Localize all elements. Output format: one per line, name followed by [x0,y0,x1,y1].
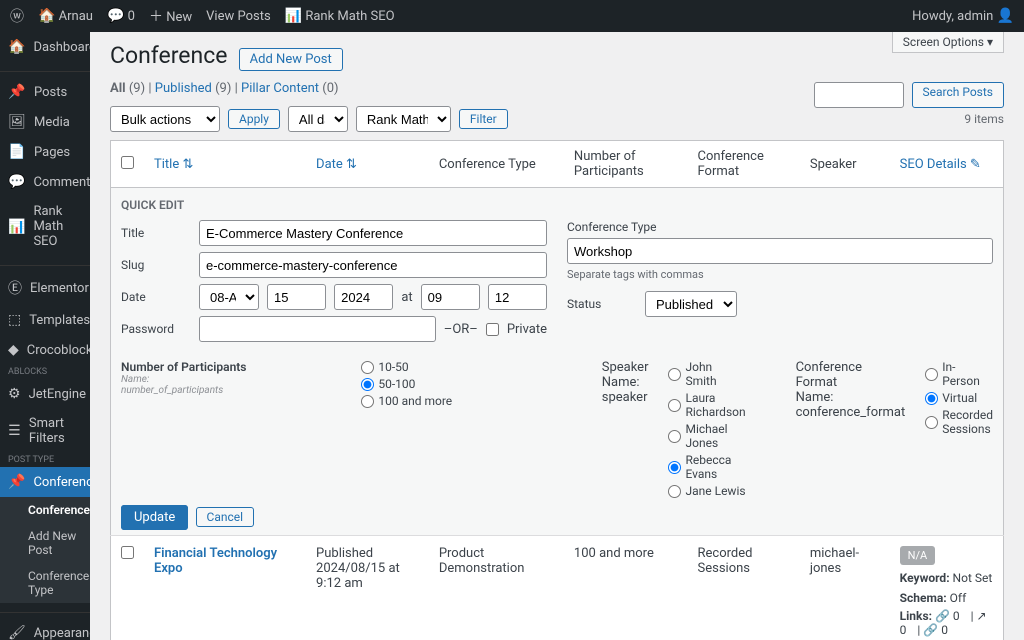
menu-jetengine[interactable]: ⚙JetEngine [0,379,90,409]
filter-all[interactable]: All [110,81,126,96]
row-checkbox[interactable] [121,546,134,559]
menu-media[interactable]: 🖼Media [0,107,90,137]
filter-pillar[interactable]: Pillar Content [241,81,319,96]
col-participants: Number of Participants [564,141,688,188]
qe-hour[interactable] [421,284,480,310]
qe-ctype-label: Conference Type [567,220,993,234]
radio-speaker-4[interactable] [668,485,681,498]
filter-button[interactable]: Filter [459,109,508,129]
qe-title-input[interactable] [199,220,547,246]
radio-speaker-0[interactable] [668,368,681,381]
menu-appearance[interactable]: 🖌Appearance [0,618,90,640]
select-all-checkbox[interactable] [121,156,134,169]
menu-pages[interactable]: 📄Pages [0,137,90,167]
qe-password-label: Password [121,322,191,336]
cell-seo: N/A Keyword: Not Set Schema: Off Links: … [890,536,1004,640]
posttype-label: POST TYPE [0,453,90,467]
cell-format: Recorded Sessions [688,536,800,640]
qe-slug-label: Slug [121,258,191,272]
filter-published[interactable]: Published [155,81,212,96]
search-posts-button[interactable]: Search Posts [912,82,1005,108]
qe-title-label: Title [121,226,191,240]
radio-participants-0[interactable] [361,361,374,374]
qe-private-checkbox[interactable] [486,323,499,336]
submenu-conference[interactable]: Conference [0,497,90,523]
radio-format-0[interactable] [925,368,938,381]
menu-comments[interactable]: 💬Comments [0,167,90,197]
submenu-conftype[interactable]: Conference Type [0,563,90,603]
post-title-link[interactable]: Financial Technology Expo [154,546,277,576]
cell-ctype: Product Demonstration [429,536,564,640]
col-speaker: Speaker [800,141,890,188]
rankmath-link[interactable]: 📊 Rank Math SEO [285,8,395,24]
qe-date-label: Date [121,290,191,304]
avatar-icon: 👤 [997,8,1014,24]
site-name-link[interactable]: 🏠 Arnau [38,8,93,24]
wp-logo-icon[interactable]: ⓦ [10,6,24,26]
screen-options-toggle[interactable]: Screen Options ▾ [892,32,1004,53]
menu-conference[interactable]: 📌Conference [0,467,90,497]
qe-ctype-input[interactable] [567,238,993,264]
radio-format-1[interactable] [925,392,938,405]
menu-rankmath[interactable]: 📊Rank Math SEO [0,197,90,256]
cell-participants: 100 and more [564,536,688,640]
items-count: 9 items [964,112,1004,126]
qe-min[interactable] [488,284,547,310]
main-content: Screen Options ▾ Conference Add New Post… [90,32,1024,640]
submenu-addnew[interactable]: Add New Post [0,523,90,563]
dates-filter[interactable]: All dates [288,106,348,132]
cell-speaker: michael-jones [800,536,890,640]
qe-password-input[interactable] [199,316,436,342]
qe-month[interactable]: 08-Aug [199,284,259,310]
radio-speaker-2[interactable] [668,430,681,443]
menu-dashboard[interactable]: 🏠Dashboard [0,32,90,62]
col-ctype: Conference Type [429,141,564,188]
quick-edit-header: QUICK EDIT [121,198,993,212]
admin-toolbar: ⓦ 🏠 Arnau 💬 0 ＋ New View Posts 📊 Rank Ma… [0,0,1024,32]
col-cformat: Conference Format [688,141,800,188]
rankmath-filter[interactable]: Rank Math [356,106,451,132]
radio-speaker-1[interactable] [668,399,681,412]
radio-format-2[interactable] [925,416,938,429]
col-seo[interactable]: SEO Details ✎ [890,141,1004,188]
update-button[interactable]: Update [121,505,188,530]
howdy-link[interactable]: Howdy, admin 👤 [912,8,1014,24]
menu-templates[interactable]: ⬚Templates [0,305,90,335]
bulk-actions-select[interactable]: Bulk actions [110,106,220,132]
view-posts-link[interactable]: View Posts [206,9,271,24]
ablocks-label: ABLOCKS [0,365,90,379]
radio-participants-2[interactable] [361,395,374,408]
radio-speaker-3[interactable] [668,461,681,474]
menu-smartfilters[interactable]: ☰Smart Filters [0,409,90,453]
col-date[interactable]: Date ⇅ [306,141,429,188]
apply-button[interactable]: Apply [228,109,280,129]
qe-status-label: Status [567,297,637,311]
posts-table: Title ⇅ Date ⇅ Conference Type Number of… [110,140,1004,640]
qe-participants-radios: 10-50 50-100 100 and more [361,360,591,498]
qe-status-select[interactable]: Published [645,291,737,317]
comments-link[interactable]: 💬 0 [107,8,135,24]
table-row: Financial Technology Expo Published2024/… [111,536,1004,640]
menu-elementor[interactable]: ⒺElementor [0,271,90,305]
new-link[interactable]: ＋ New [149,6,192,26]
qe-slug-input[interactable] [199,252,547,278]
seo-score-badge: N/A [900,546,936,565]
page-title: Conference [110,42,227,69]
search-input[interactable] [814,82,904,108]
menu-crocoblock[interactable]: ◆Crocoblock [0,335,90,365]
quick-edit-row: QUICK EDIT Title Slug Date 08-Aug [111,188,1004,536]
cell-date: Published2024/08/15 at 9:12 am [306,536,429,640]
admin-sidebar: 🏠Dashboard 📌Posts 🖼Media 📄Pages 💬Comment… [0,32,90,640]
qe-day[interactable] [267,284,326,310]
cancel-button[interactable]: Cancel [196,507,255,527]
qe-year[interactable] [334,284,393,310]
radio-participants-1[interactable] [361,378,374,391]
add-new-post-button[interactable]: Add New Post [239,48,343,71]
menu-posts[interactable]: 📌Posts [0,77,90,107]
col-title[interactable]: Title ⇅ [144,141,306,188]
